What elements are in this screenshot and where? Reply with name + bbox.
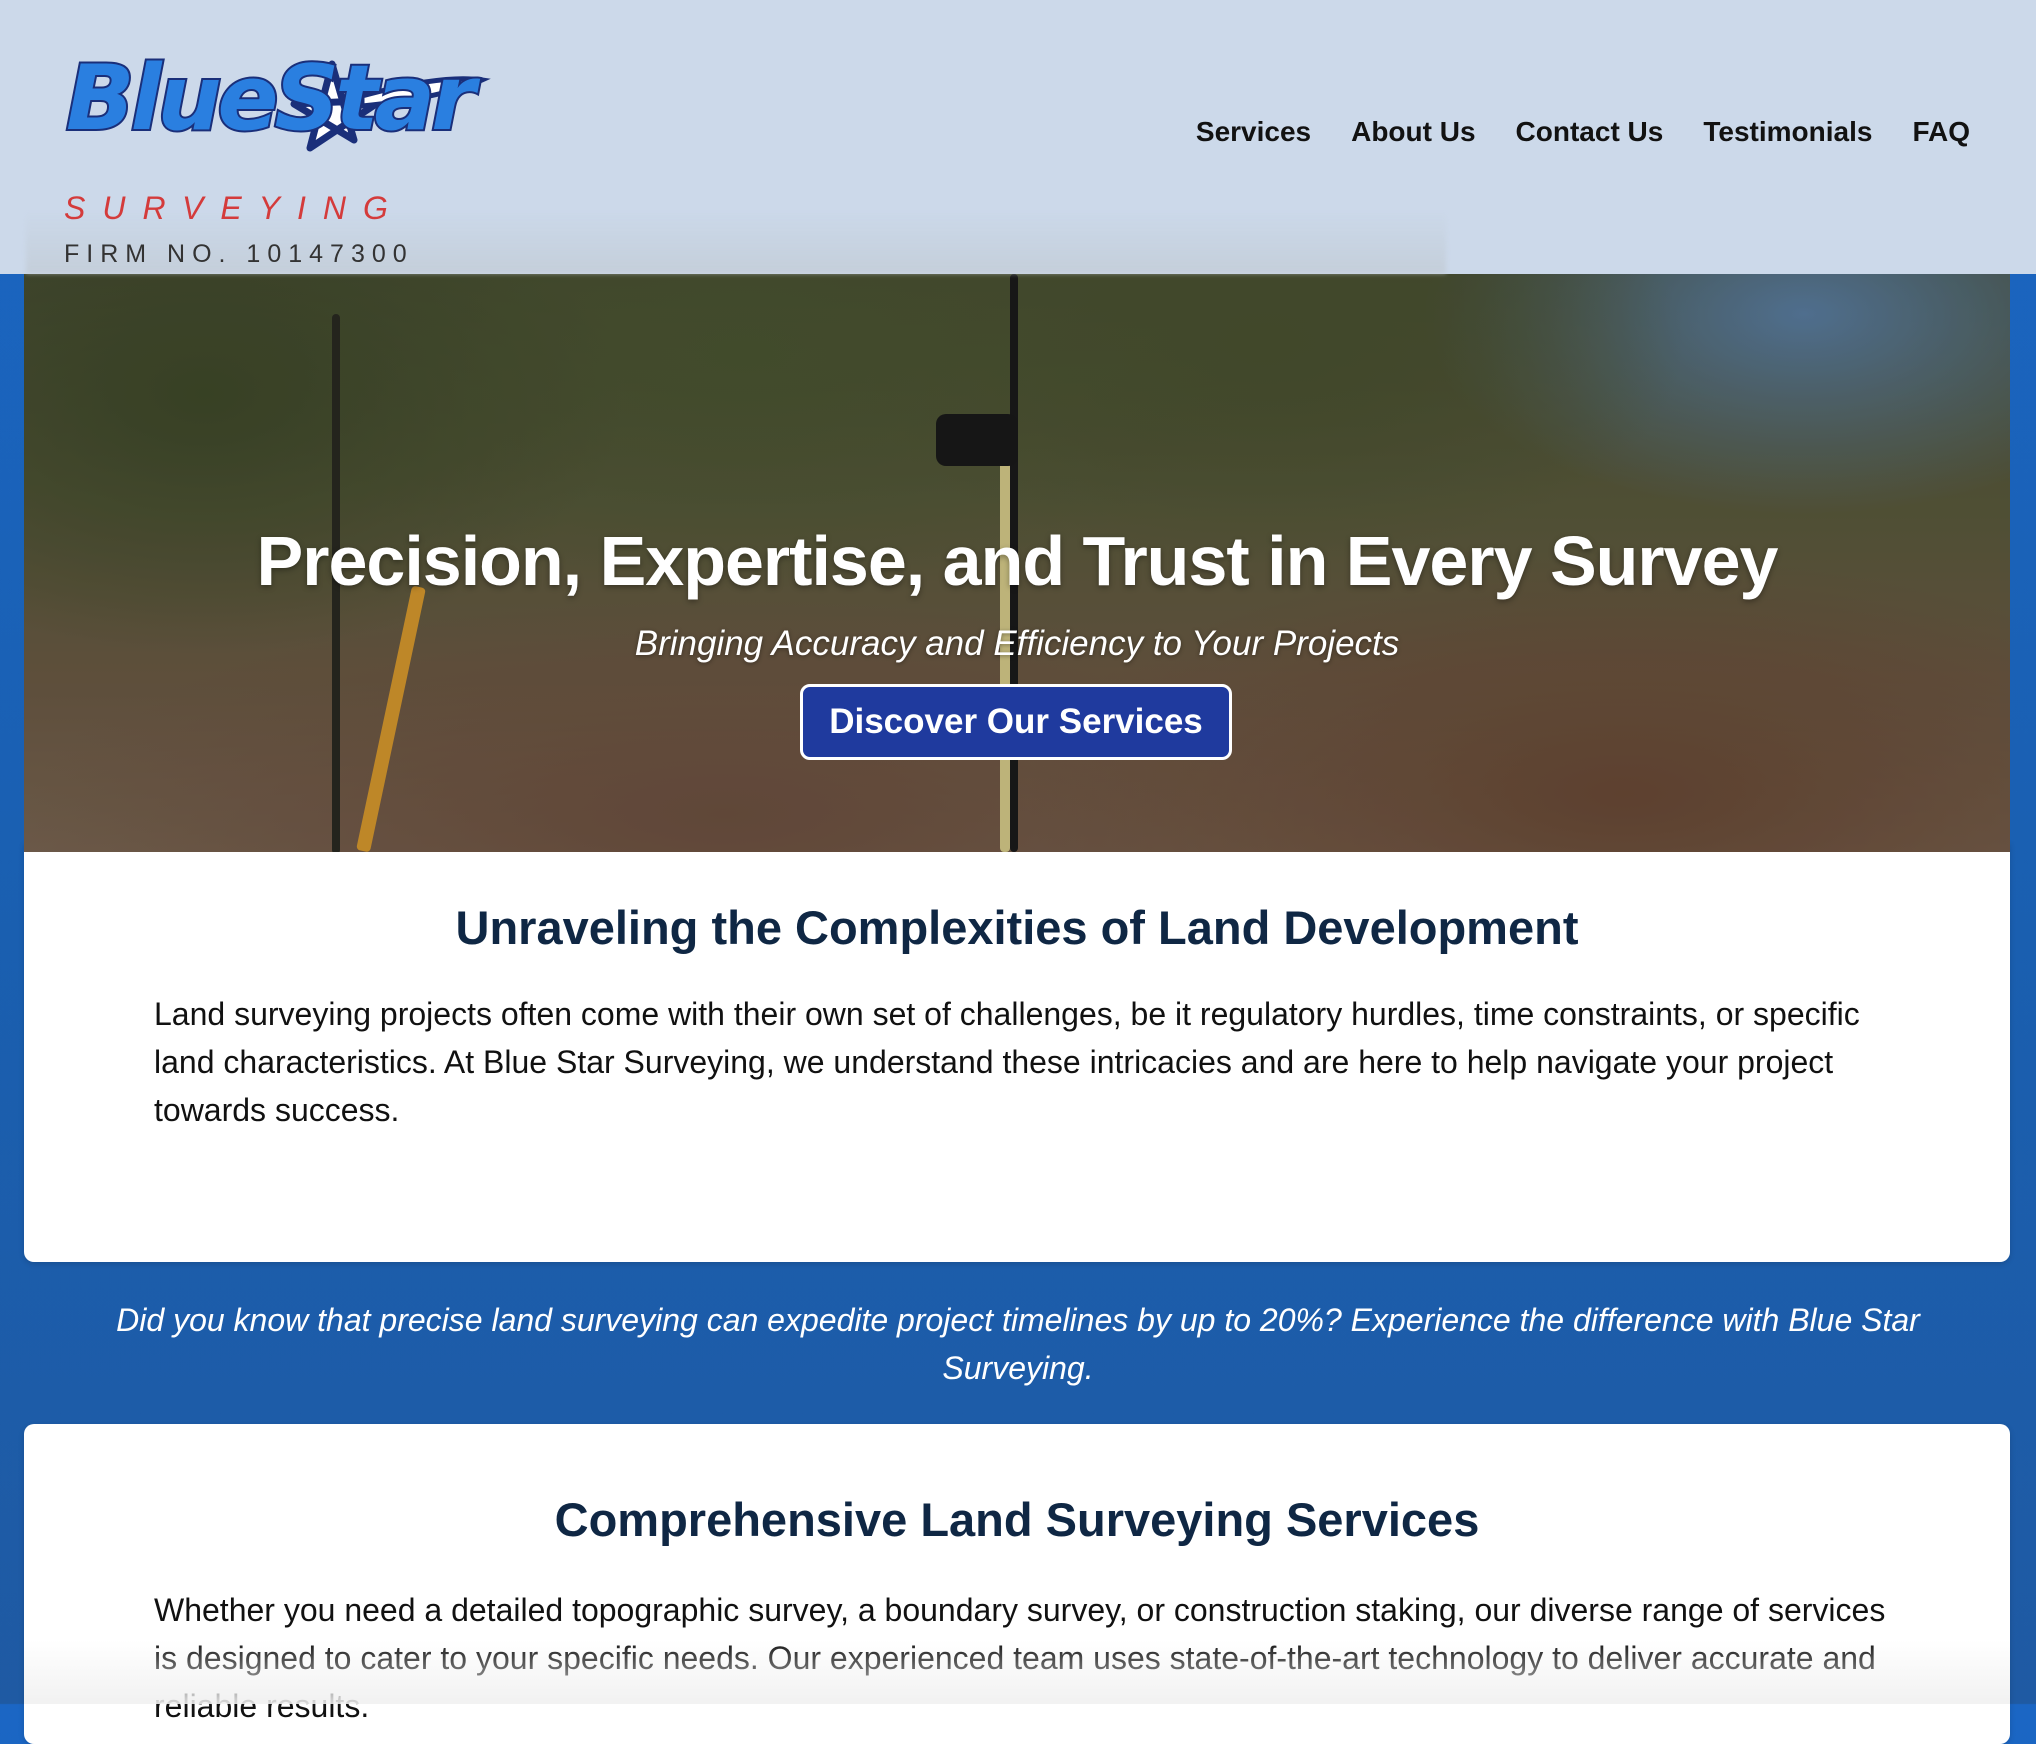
logo-surveying: SURVEYING xyxy=(64,190,405,226)
services-heading: Comprehensive Land Surveying Services xyxy=(554,1493,1480,1546)
nav-item-contact-us[interactable]: Contact Us xyxy=(1516,118,1664,146)
bluestar-logo[interactable]: BlueStar SURVEYING FIRM NO. 10147300 xyxy=(62,44,492,267)
fact-banner: Did you know that precise land surveying… xyxy=(116,1302,1920,1386)
logo-wordmark: BlueStar xyxy=(64,46,478,151)
complexities-body: Land surveying projects often come with … xyxy=(154,996,1860,1128)
firm-number: FIRM NO. 10147300 xyxy=(64,240,414,268)
site-header: BlueStar SURVEYING FIRM NO. 10147300 Ser… xyxy=(0,0,2036,274)
bottom-fade xyxy=(24,1640,2010,1704)
nav-item-services[interactable]: Services xyxy=(1196,118,1311,146)
discover-services-button[interactable]: Discover Our Services xyxy=(800,684,1232,760)
hero-subtitle: Bringing Accuracy and Efficiency to Your… xyxy=(634,624,1400,663)
nav-item-faq[interactable]: FAQ xyxy=(1912,118,1970,146)
hero-content: Precision, Expertise, and Trust in Every… xyxy=(24,274,2010,852)
nav-item-about-us[interactable]: About Us xyxy=(1351,118,1475,146)
hero-banner: Precision, Expertise, and Trust in Every… xyxy=(24,274,2010,852)
nav-item-testimonials[interactable]: Testimonials xyxy=(1703,118,1872,146)
hero-title: Precision, Expertise, and Trust in Every… xyxy=(256,522,1779,600)
complexities-heading: Unraveling the Complexities of Land Deve… xyxy=(455,901,1579,954)
main-nav: Services About Us Contact Us Testimonial… xyxy=(1196,118,1970,146)
complexities-section: Unraveling the Complexities of Land Deve… xyxy=(24,842,2010,1262)
